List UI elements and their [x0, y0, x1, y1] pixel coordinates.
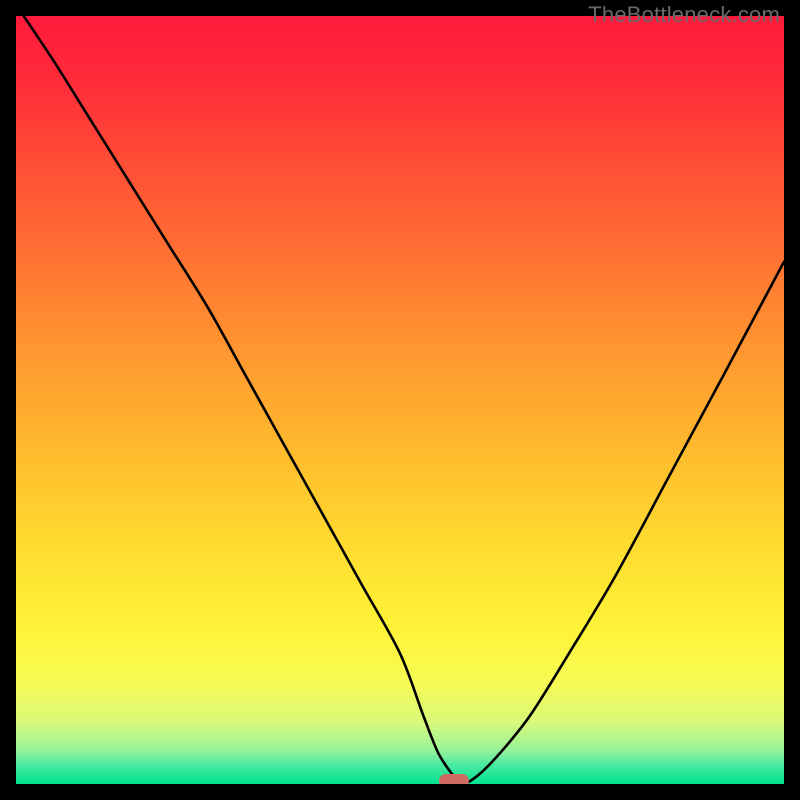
optimal-marker — [439, 774, 469, 784]
curve-line — [24, 16, 784, 784]
bottleneck-curve — [16, 16, 784, 784]
watermark-label: TheBottleneck.com — [588, 2, 780, 28]
plot-area — [16, 16, 784, 784]
chart-frame: TheBottleneck.com — [0, 0, 800, 800]
